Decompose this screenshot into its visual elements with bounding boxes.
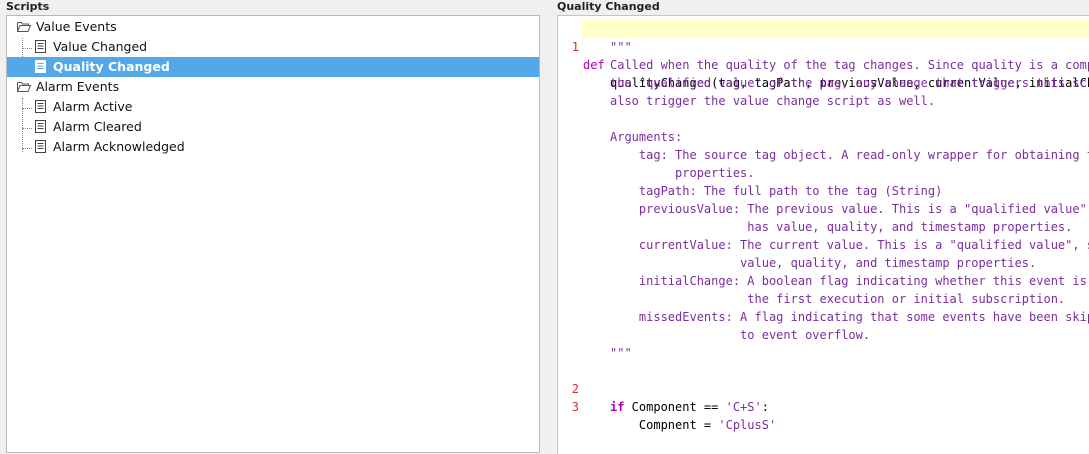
- tree-group-alarm-events[interactable]: Alarm Events: [7, 77, 539, 97]
- tree-item-alarm-cleared[interactable]: Alarm Cleared: [7, 117, 539, 137]
- tree-item-alarm-active[interactable]: Alarm Active: [7, 97, 539, 117]
- code-line-3[interactable]: 3 Compnent = 'CplusS': [558, 380, 1089, 432]
- tree-group-label: Value Events: [36, 19, 117, 34]
- script-icon: [35, 100, 46, 113]
- scripts-tree[interactable]: Value Events Value Changed Quality Chang…: [6, 15, 540, 453]
- editor-panel-title: Quality Changed: [557, 0, 660, 13]
- script-icon: [35, 40, 46, 53]
- code-line-2[interactable]: 2 if Component == 'C+S':: [558, 362, 1089, 414]
- script-icon: [35, 140, 46, 153]
- if-statement: if Component == 'C+S':: [610, 400, 769, 414]
- tree-item-label: Value Changed: [53, 39, 148, 54]
- script-editor[interactable]: 1 def qualityChanged(tag, tagPath, previ…: [557, 15, 1089, 454]
- scripts-panel-title: Scripts: [6, 0, 50, 13]
- assignment-statement: Compnent = 'CplusS': [610, 418, 777, 432]
- tree-item-label: Alarm Cleared: [53, 119, 142, 134]
- script-icon: [35, 120, 46, 133]
- folder-open-icon: [17, 82, 31, 92]
- line-number: 1: [571, 40, 579, 54]
- tree-group-label: Alarm Events: [36, 79, 120, 94]
- code-line-1[interactable]: 1 def qualityChanged(tag, tagPath, previ…: [558, 20, 1089, 90]
- folder-open-icon: [17, 22, 31, 32]
- def-keyword: def: [583, 58, 605, 72]
- tree-item-label: Alarm Active: [53, 99, 133, 114]
- tree-item-label: Quality Changed: [53, 59, 170, 74]
- tree-item-quality-changed[interactable]: Quality Changed: [7, 57, 539, 77]
- script-icon: [35, 60, 46, 73]
- line-number: 3: [571, 400, 579, 414]
- tree-item-value-changed[interactable]: Value Changed: [7, 37, 539, 57]
- tree-group-value-events[interactable]: Value Events: [7, 17, 539, 37]
- tree-item-alarm-acknowledged[interactable]: Alarm Acknowledged: [7, 137, 539, 157]
- tree-item-label: Alarm Acknowledged: [53, 139, 185, 154]
